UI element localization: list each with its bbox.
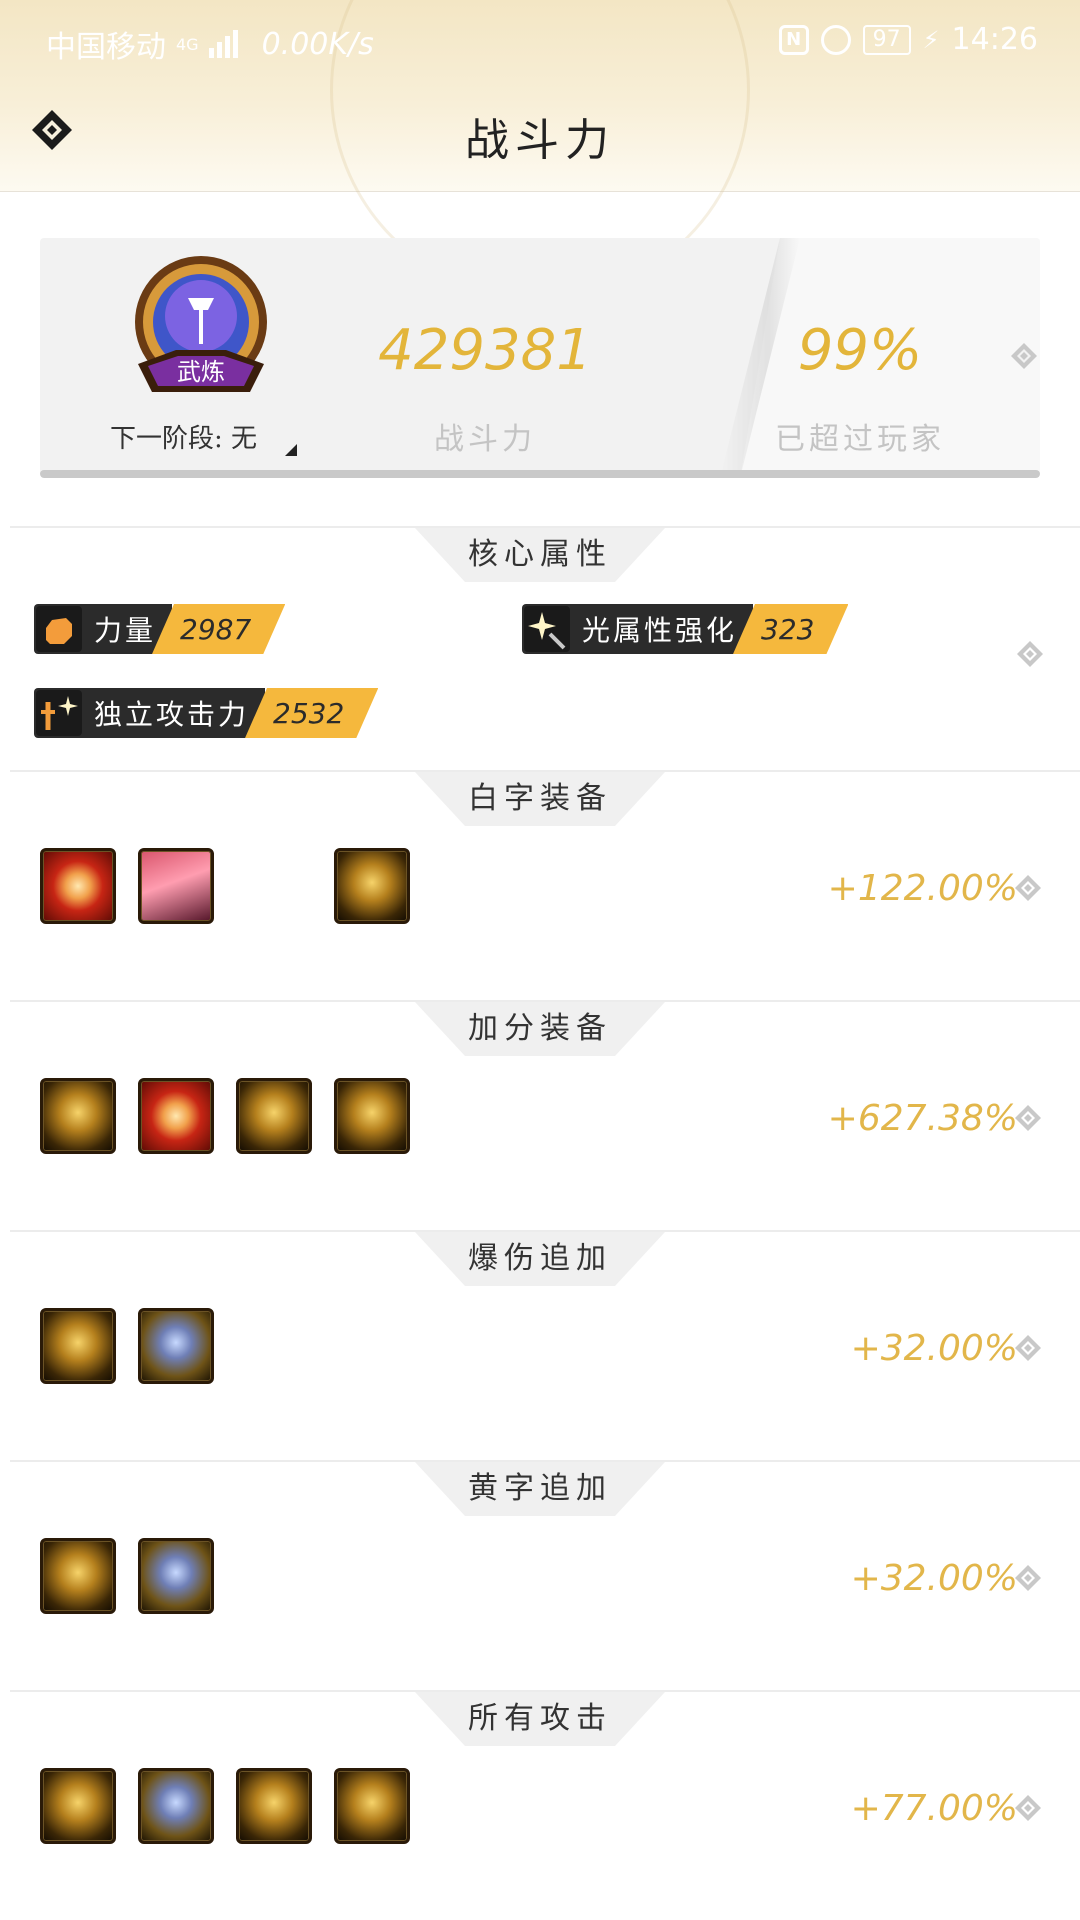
white-text-diamond-icon[interactable] [1014, 874, 1042, 902]
section-title-core: 核心属性 [415, 528, 665, 582]
section-title-all-attack: 所有攻击 [415, 1692, 665, 1746]
carrier-label: 中国移动 [46, 30, 166, 65]
yellow-text-bonus: +32.00% [850, 1558, 1018, 1599]
equipment-item-icon[interactable] [236, 1768, 312, 1844]
all-attack-section[interactable]: 所有攻击 +77.00% [10, 1690, 1080, 1920]
combat-power-label: 战斗力 [434, 422, 536, 457]
equipment-item-icon[interactable] [138, 1768, 214, 1844]
signal-icon [208, 30, 238, 58]
character-costume-icon[interactable] [138, 848, 214, 924]
charging-icon: ⚡ [922, 25, 940, 54]
all-attack-diamond-icon[interactable] [1014, 1794, 1042, 1822]
core-attributes-section: 核心属性 力量 2987 光属性强化 323 独立攻击力 2532 [10, 526, 1080, 770]
rank-percent-label: 已超过玩家 [775, 422, 945, 457]
section-title-white-text: 白字装备 [415, 772, 665, 826]
sword-sparkle-icon [36, 690, 82, 736]
next-stage-corner-icon [285, 444, 297, 456]
equipment-item-icon[interactable] [40, 1768, 116, 1844]
clock: 14:26 [951, 22, 1038, 57]
stat-independent-attack-value: 2532 [245, 688, 378, 738]
stat-strength: 力量 2987 [34, 604, 285, 654]
stat-strength-label: 力量 [94, 614, 157, 647]
yellow-text-diamond-icon[interactable] [1014, 1564, 1042, 1592]
all-attack-bonus: +77.00% [850, 1788, 1018, 1829]
bonus-equipment-section[interactable]: 加分装备 +627.38% [10, 1000, 1080, 1230]
nfc-icon: N [778, 24, 809, 55]
stat-independent-attack-label: 独立攻击力 [94, 698, 250, 731]
bonus-equipment-diamond-icon[interactable] [1014, 1104, 1042, 1132]
equipment-item-icon[interactable] [138, 1078, 214, 1154]
next-stage-label: 下一阶段: 无 [110, 424, 258, 454]
section-title-bonus: 加分装备 [415, 1002, 665, 1056]
status-bar: 中国移动 4G 0.00K/s N 97 ⚡ 14:26 [0, 14, 1080, 65]
section-title-yellow-text: 黄字追加 [415, 1462, 665, 1516]
bonus-equipment-bonus: +627.38% [827, 1098, 1018, 1139]
network-speed: 0.00K/s [261, 26, 374, 62]
section-title-crit-damage: 爆伤追加 [415, 1232, 665, 1286]
combat-power-value: 429381 [378, 318, 592, 383]
summary-progress-bar [40, 470, 1040, 478]
network-type: 4G [176, 34, 199, 54]
light-burst-icon [524, 606, 570, 652]
page-title: 战斗力 [465, 115, 615, 166]
detail-diamond-icon[interactable] [1010, 342, 1038, 370]
badge-text: 武炼 [177, 358, 225, 386]
equipment-item-icon[interactable] [138, 1538, 214, 1614]
equipment-item-icon[interactable] [40, 1308, 116, 1384]
crit-damage-section[interactable]: 爆伤追加 +32.00% [10, 1230, 1080, 1460]
crit-damage-bonus: +32.00% [850, 1328, 1018, 1369]
fist-icon [36, 606, 82, 652]
equipment-item-icon[interactable] [334, 1078, 410, 1154]
equipment-item-icon[interactable] [40, 1538, 116, 1614]
equipment-item-icon[interactable] [40, 1078, 116, 1154]
stat-light-enhance: 光属性强化 323 [522, 604, 848, 654]
stat-light-enhance-label: 光属性强化 [582, 614, 738, 647]
equipment-item-icon[interactable] [334, 1768, 410, 1844]
equipment-item-icon[interactable] [236, 1078, 312, 1154]
stat-independent-attack: 独立攻击力 2532 [34, 688, 378, 738]
crit-damage-diamond-icon[interactable] [1014, 1334, 1042, 1362]
yellow-text-section[interactable]: 黄字追加 +32.00% [10, 1460, 1080, 1690]
combat-power-summary-card[interactable]: 武炼 下一阶段: 无 429381 战斗力 99% 已超过玩家 [40, 238, 1040, 478]
alarm-icon [820, 24, 851, 55]
equipment-item-icon[interactable] [138, 1308, 214, 1384]
equipment-item-icon[interactable] [40, 848, 116, 924]
white-text-bonus: +122.00% [827, 868, 1018, 909]
stat-strength-value: 2987 [152, 604, 285, 654]
core-attributes-diamond-icon[interactable] [1016, 640, 1044, 668]
rank-percent-value: 99% [797, 318, 923, 383]
white-text-equipment-section[interactable]: 白字装备 +122.00% [10, 770, 1080, 1000]
rank-badge-icon: 武炼 [135, 256, 267, 392]
equipment-item-icon[interactable] [334, 848, 410, 924]
battery-icon: 97 [862, 24, 911, 55]
